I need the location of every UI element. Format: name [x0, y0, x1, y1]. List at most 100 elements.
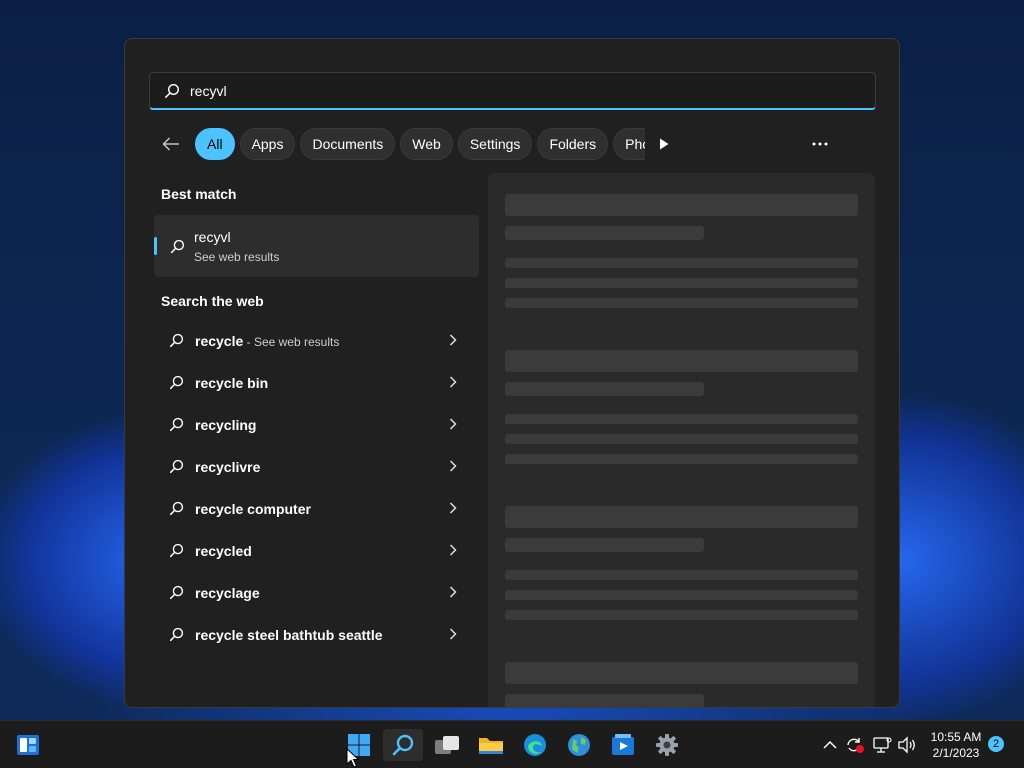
skeleton-bar	[505, 278, 858, 288]
volume-button[interactable]	[896, 735, 918, 755]
gear-icon	[656, 734, 678, 756]
filter-photos[interactable]: Phot	[613, 128, 645, 160]
chevron-right-icon	[449, 460, 457, 472]
skeleton-bar	[505, 414, 858, 424]
skeleton-bar	[505, 226, 704, 240]
widgets-button[interactable]	[8, 729, 48, 761]
web-result-item[interactable]: recycling	[154, 404, 479, 446]
chevron-right-icon	[449, 586, 457, 598]
skeleton-bar	[505, 454, 858, 464]
search-button[interactable]	[383, 729, 423, 761]
search-web-heading: Search the web	[161, 293, 264, 309]
filter-apps[interactable]: Apps	[239, 128, 296, 160]
web-result-suffix: - See web results	[243, 335, 340, 349]
photos-icon	[612, 734, 634, 755]
skeleton-bar	[505, 694, 704, 707]
search-icon	[169, 585, 184, 600]
skeleton-bar	[505, 434, 858, 444]
skeleton-bar	[505, 506, 858, 528]
sync-status-button[interactable]	[844, 735, 866, 755]
network-icon	[873, 737, 892, 753]
show-hidden-icons-button[interactable]	[819, 735, 841, 755]
network-button[interactable]	[871, 735, 893, 755]
search-icon	[165, 83, 180, 98]
search-icon	[169, 333, 184, 348]
search-icon	[169, 459, 184, 474]
web-result-item[interactable]: recyclage	[154, 572, 479, 614]
chevron-right-icon	[449, 502, 457, 514]
chevron-up-icon	[823, 740, 837, 749]
web-result-text: recycle - See web results	[195, 333, 340, 349]
search-icon	[170, 239, 185, 254]
web-result-text: recycle steel bathtub seattle	[195, 627, 383, 643]
folder-icon	[479, 738, 503, 754]
skeleton-bar	[505, 538, 704, 552]
skeleton-bar	[505, 382, 704, 396]
more-icon	[812, 142, 828, 146]
widgets-icon	[17, 735, 39, 755]
filter-web[interactable]: Web	[400, 128, 453, 160]
skeleton-bar	[505, 662, 858, 684]
chevron-right-icon	[449, 628, 457, 640]
search-icon	[169, 501, 184, 516]
notification-badge[interactable]: 2	[988, 736, 1004, 752]
search-input[interactable]	[190, 82, 850, 99]
filter-folders[interactable]: Folders	[537, 128, 609, 160]
taskbar: 10:55 AM 2/1/2023	[0, 720, 1024, 768]
speaker-icon	[898, 736, 915, 754]
filter-settings[interactable]: Settings	[457, 128, 533, 160]
sync-alert-icon	[847, 738, 864, 753]
search-panel: All Apps Documents Web Settings Folders …	[124, 38, 900, 708]
scroll-filters-button[interactable]	[649, 128, 679, 160]
web-result-item[interactable]: recycle steel bathtub seattle	[154, 614, 479, 656]
best-match-title: recyvl	[194, 229, 231, 245]
web-result-item[interactable]: recycle - See web results	[154, 320, 479, 362]
file-explorer-button[interactable]	[471, 729, 511, 761]
maps-button[interactable]	[559, 729, 599, 761]
web-result-text: recycling	[195, 417, 257, 433]
selection-indicator	[154, 237, 157, 255]
web-result-text: recycled	[195, 543, 252, 559]
web-result-text: recyclage	[195, 585, 260, 601]
play-icon	[660, 138, 669, 150]
photos-button[interactable]	[603, 729, 643, 761]
web-result-item[interactable]: recycle computer	[154, 488, 479, 530]
clock-date: 2/1/2023	[932, 746, 980, 760]
filter-documents[interactable]: Documents	[300, 128, 396, 160]
task-view-icon	[435, 736, 459, 754]
back-button[interactable]	[153, 128, 189, 160]
clock-button[interactable]: 10:55 AM 2/1/2023	[924, 729, 988, 761]
filter-all[interactable]: All	[195, 128, 235, 160]
web-result-item[interactable]: recycle bin	[154, 362, 479, 404]
skeleton-bar	[505, 570, 858, 580]
chevron-right-icon	[449, 544, 457, 556]
web-result-text: recycle bin	[195, 375, 269, 391]
preview-pane-loading	[488, 173, 875, 707]
filter-pills: All Apps Documents Web Settings Folders …	[195, 128, 645, 160]
best-match-item[interactable]: recyvl See web results	[154, 215, 479, 277]
skeleton-bar	[505, 350, 858, 372]
search-icon	[169, 417, 184, 432]
edge-button[interactable]	[515, 729, 555, 761]
task-view-button[interactable]	[427, 729, 467, 761]
web-result-text: recyclivre	[195, 459, 261, 475]
settings-button[interactable]	[647, 729, 687, 761]
search-icon	[169, 627, 184, 642]
search-box[interactable]	[149, 72, 876, 110]
filter-bar: All Apps Documents Web Settings Folders …	[153, 128, 853, 160]
skeleton-bar	[505, 610, 858, 620]
skeleton-bar	[505, 298, 858, 308]
skeleton-bar	[505, 590, 858, 600]
mouse-cursor-icon	[346, 748, 360, 768]
more-options-button[interactable]	[803, 128, 837, 160]
web-result-item[interactable]: recyclivre	[154, 446, 479, 488]
search-icon	[392, 734, 414, 756]
chevron-right-icon	[449, 376, 457, 388]
best-match-heading: Best match	[161, 186, 237, 202]
best-match-subtitle: See web results	[194, 250, 280, 264]
skeleton-bar	[505, 258, 858, 268]
web-result-item[interactable]: recycled	[154, 530, 479, 572]
search-icon	[169, 543, 184, 558]
skeleton-bar	[505, 194, 858, 216]
chevron-right-icon	[449, 418, 457, 430]
